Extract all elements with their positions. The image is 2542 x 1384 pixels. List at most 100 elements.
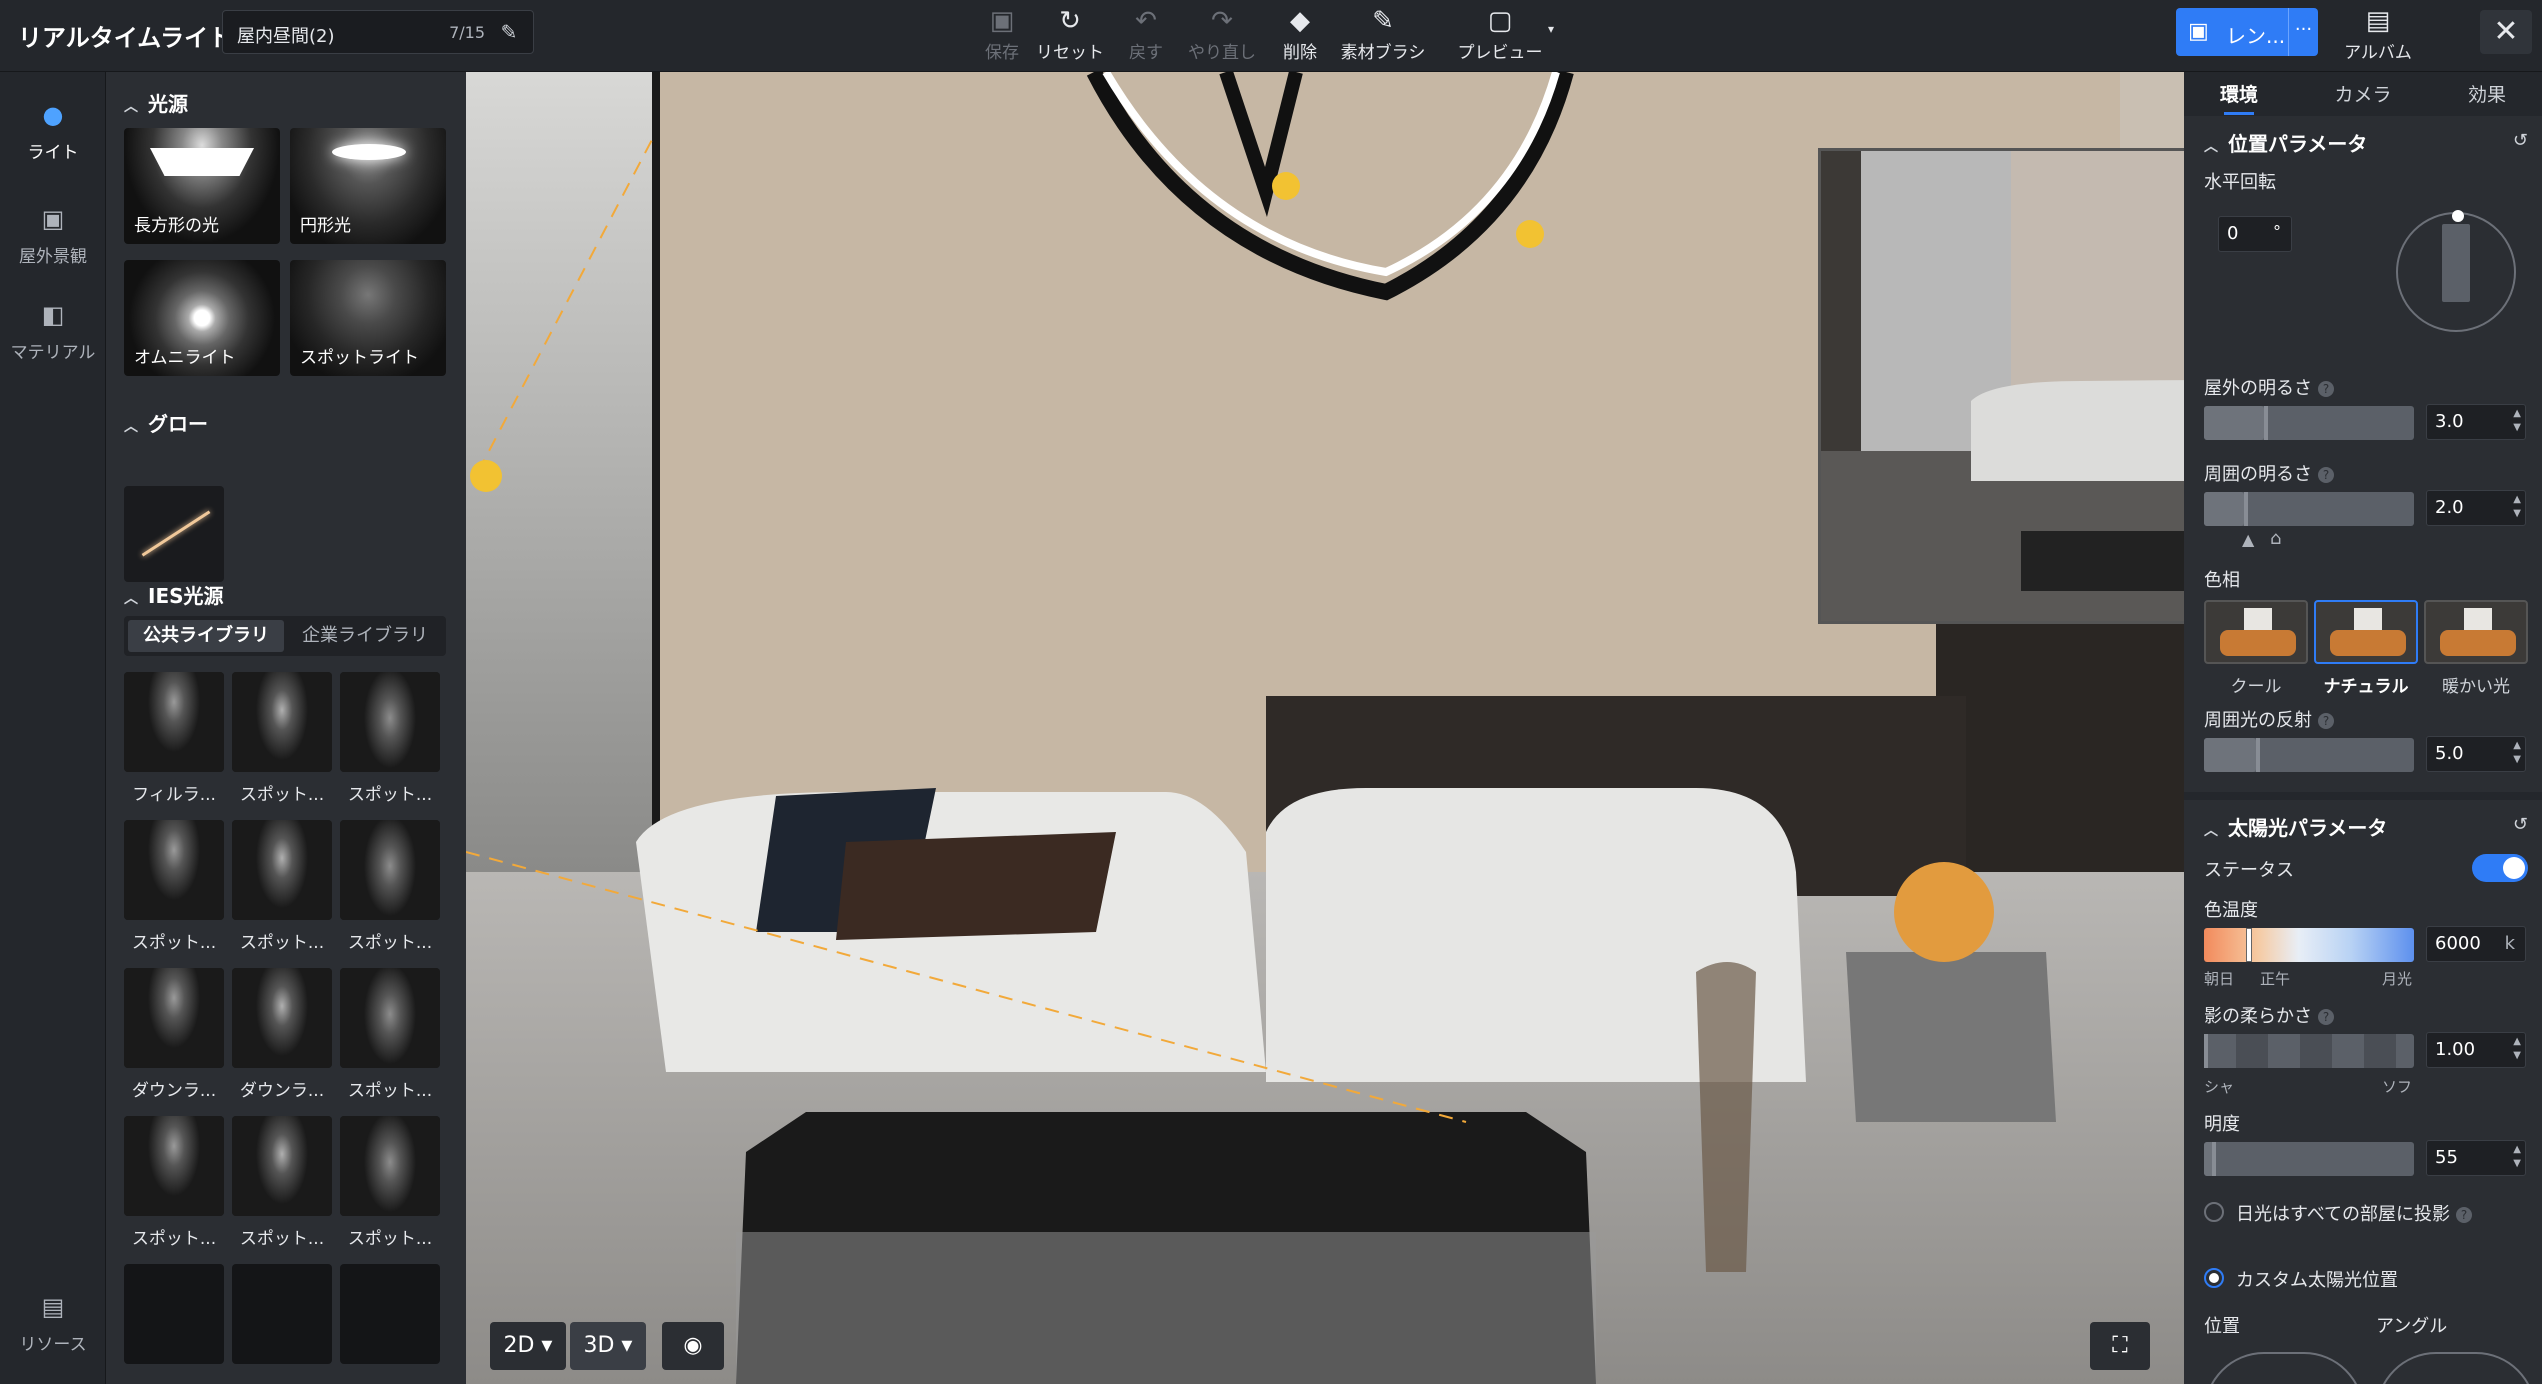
scene-name-field[interactable]: 屋内昼間(2) 7/15 ✎ <box>222 10 534 54</box>
ies-light-tile[interactable] <box>232 820 332 920</box>
position-dial[interactable] <box>2204 1352 2364 1384</box>
spinner-icon[interactable]: ▲ ▼ <box>2513 739 2521 767</box>
ies-light-tile[interactable] <box>340 1116 440 1216</box>
nav-resource[interactable]: ▤ リソース <box>0 1290 106 1355</box>
ies-light-tile[interactable] <box>232 968 332 1068</box>
ies-heading[interactable]: ︿ IES光源 <box>124 580 224 609</box>
help-icon[interactable]: ? <box>2318 467 2334 483</box>
material-brush-button[interactable]: ✎ 素材ブラシ <box>1340 4 1426 63</box>
tab-enterprise-library[interactable]: 企業ライブラリ <box>288 620 442 652</box>
preview-window[interactable]: ⧉ ⛶ ⌂ <box>1818 148 2184 624</box>
sun-all-rooms-radio[interactable] <box>2204 1202 2224 1222</box>
brightness-slider[interactable] <box>2204 1142 2414 1176</box>
outdoor-brightness-slider[interactable] <box>2204 406 2414 440</box>
angle-dial[interactable] <box>2376 1352 2536 1384</box>
rotation-input[interactable]: 0 ° <box>2218 216 2292 252</box>
position-params-heading[interactable]: ︿ 位置パラメータ <box>2204 128 2367 157</box>
outdoor-brightness-input[interactable]: 3.0 ▲ ▼ <box>2426 404 2526 440</box>
ambient-brightness-label: 周囲の明るさ? <box>2204 460 2334 486</box>
reset-icon[interactable]: ↺ <box>2513 130 2528 151</box>
delete-button[interactable]: ◆ 削除 <box>1280 4 1320 63</box>
spot-light-tile[interactable]: スポットライト <box>290 260 446 376</box>
omni-light-tile[interactable]: オムニライト <box>124 260 280 376</box>
mode-2d-button[interactable]: 2D ▾ <box>490 1322 566 1370</box>
ies-light-tile[interactable] <box>340 1264 440 1364</box>
tab-environment[interactable]: 環境 <box>2184 80 2294 115</box>
slider-thumb[interactable] <box>2204 1034 2208 1068</box>
hue-cool[interactable] <box>2204 600 2308 664</box>
help-icon[interactable]: ? <box>2318 381 2334 397</box>
hue-thumbnail <box>2330 630 2406 656</box>
brightness-input[interactable]: 55 ▲ ▼ <box>2426 1140 2526 1176</box>
ambient-reflection-input[interactable]: 5.0 ▲ ▼ <box>2426 736 2526 772</box>
ambient-brightness-input[interactable]: 2.0 ▲ ▼ <box>2426 490 2526 526</box>
ies-light-tile[interactable] <box>124 968 224 1068</box>
help-icon[interactable]: ? <box>2456 1207 2473 1223</box>
custom-sun-radio[interactable] <box>2204 1268 2224 1288</box>
tab-camera[interactable]: カメラ <box>2308 80 2418 107</box>
reset-icon[interactable]: ↺ <box>2513 814 2528 835</box>
color-temp-input[interactable]: 6000 k <box>2426 926 2526 962</box>
save-button[interactable]: ▣ 保存 <box>976 4 1028 63</box>
reset-button[interactable]: ↻ リセット <box>1036 4 1104 63</box>
ies-light-label: スポット... <box>239 1229 325 1249</box>
help-icon[interactable]: ? <box>2318 1009 2334 1025</box>
spinner-icon[interactable]: ▲ ▼ <box>2513 407 2521 435</box>
undo-button[interactable]: ↶ 戻す <box>1124 4 1168 63</box>
ies-light-tile[interactable] <box>340 672 440 772</box>
preview-button[interactable]: ▢ プレビュー ▾ <box>1450 4 1555 63</box>
glow-line-tile[interactable] <box>124 486 224 582</box>
ies-light-tile[interactable] <box>124 820 224 920</box>
slider-thumb[interactable] <box>2264 406 2268 440</box>
shadow-softness-input[interactable]: 1.00 ▲ ▼ <box>2426 1032 2526 1068</box>
edit-pencil-icon[interactable]: ✎ <box>493 16 525 48</box>
ies-light-tile[interactable] <box>124 1116 224 1216</box>
ies-light-tile[interactable] <box>124 1264 224 1364</box>
ambient-brightness-slider[interactable] <box>2204 492 2414 526</box>
close-button[interactable]: ✕ <box>2480 10 2532 54</box>
nav-light[interactable]: ● ライト <box>0 98 106 163</box>
ies-light-label: スポット... <box>239 933 325 953</box>
rotation-dial[interactable] <box>2396 210 2516 332</box>
help-icon[interactable]: ? <box>2318 713 2334 729</box>
sun-params-heading[interactable]: ︿ 太陽光パラメータ <box>2204 812 2387 841</box>
ies-light-tile[interactable] <box>340 820 440 920</box>
hue-natural[interactable] <box>2314 600 2418 664</box>
spinner-icon[interactable]: ▲ ▼ <box>2513 1035 2521 1063</box>
nav-outdoor[interactable]: ▣ 屋外景観 <box>0 202 106 267</box>
circle-light-tile[interactable]: 円形光 <box>290 128 446 244</box>
render-button[interactable]: ▣ レン... ··· <box>2176 8 2318 56</box>
fit-view-button[interactable]: ⛶ <box>2090 1322 2150 1370</box>
render-more-button[interactable]: ··· <box>2288 8 2318 56</box>
sun-status-toggle[interactable] <box>2472 854 2528 882</box>
ies-light-tile[interactable] <box>232 1116 332 1216</box>
spinner-icon[interactable]: ▲ ▼ <box>2513 1143 2521 1171</box>
slider-thumb[interactable] <box>2256 738 2260 772</box>
nav-material[interactable]: ◧ マテリアル <box>0 298 106 363</box>
ambient-reflection-slider[interactable] <box>2204 738 2414 772</box>
3d-viewport[interactable]: ⧉ ⛶ ⌂ 2D ▾ 3D ▾ ◉ ⛶ <box>466 72 2184 1384</box>
tab-public-library[interactable]: 公共ライブラリ <box>128 620 284 652</box>
ies-light-tile[interactable] <box>124 672 224 772</box>
spinner-icon[interactable]: ▲ ▼ <box>2513 493 2521 521</box>
tab-effects[interactable]: 効果 <box>2432 80 2542 107</box>
slider-thumb[interactable] <box>2212 1142 2216 1176</box>
album-button[interactable]: ▤ アルバム <box>2336 4 2420 63</box>
color-temp-thumb[interactable] <box>2246 928 2252 962</box>
shadow-softness-slider[interactable] <box>2204 1034 2414 1068</box>
ies-light-tile[interactable] <box>232 672 332 772</box>
light-source-heading[interactable]: ︿ 光源 <box>124 88 188 117</box>
rotation-knob[interactable] <box>2452 210 2464 222</box>
ies-light-tile[interactable] <box>340 968 440 1068</box>
color-temp-slider[interactable] <box>2204 928 2414 962</box>
visibility-button[interactable]: ◉ <box>662 1322 724 1370</box>
landscape-icon: ▣ <box>41 205 65 233</box>
mode-3d-button[interactable]: 3D ▾ <box>570 1322 646 1370</box>
slider-thumb[interactable] <box>2244 492 2248 526</box>
glow-heading[interactable]: ︿ グロー <box>124 408 208 437</box>
scene-name: 屋内昼間(2) <box>237 26 335 47</box>
redo-button[interactable]: ↷ やり直し <box>1186 4 1258 63</box>
rect-light-tile[interactable]: 長方形の光 <box>124 128 280 244</box>
ies-light-tile[interactable] <box>232 1264 332 1364</box>
hue-warm[interactable] <box>2424 600 2528 664</box>
